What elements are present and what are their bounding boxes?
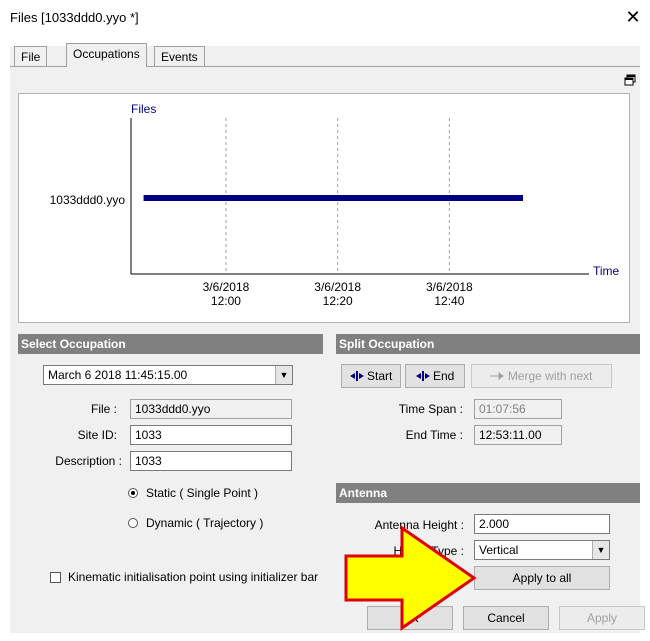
static-radio[interactable] — [128, 488, 138, 498]
end-time-field: 12:53:11.00 — [474, 425, 562, 445]
tab-events[interactable]: Events — [154, 46, 205, 67]
time-span-label: Time Span : — [398, 402, 463, 416]
chevron-down-icon[interactable]: ▼ — [592, 541, 609, 559]
merge-with-next-label: Merge with next — [507, 369, 593, 383]
merge-icon — [490, 372, 505, 380]
split-occupation-header: Split Occupation — [336, 334, 640, 354]
occupation-timeline-chart[interactable]: Files Time 1033ddd0.yyo 3/6/2018 12:00 3/6… — [18, 93, 630, 323]
kinematic-checkbox-label: Kinematic initialisation point using ini… — [68, 570, 319, 584]
description-label: Description : — [55, 454, 122, 468]
split-start-label: Start — [367, 369, 393, 383]
x-tick-date-label: 3/6/2018 — [426, 280, 473, 294]
x-tick-time-label: 12:40 — [434, 294, 464, 308]
split-end-icon — [415, 371, 430, 381]
select-occupation-header: Select Occupation — [18, 334, 323, 354]
antenna-height-field[interactable]: 2.000 — [474, 514, 610, 534]
occupation-select[interactable]: March 6 2018 11:45:15.00 ▼ — [43, 365, 293, 385]
time-span-field: 01:07:56 — [474, 399, 562, 419]
apply-to-all-button[interactable]: Apply to all — [474, 566, 610, 590]
x-tick-labels: 3/6/201812:003/6/201812:203/6/201812:40 — [203, 280, 473, 308]
x-tick-time-label: 12:20 — [323, 294, 353, 308]
split-start-icon — [349, 371, 364, 381]
description-field[interactable]: 1033 — [130, 451, 292, 471]
antenna-header: Antenna — [336, 483, 640, 503]
x-tick-time-label: 12:00 — [211, 294, 241, 308]
dynamic-radio-label: Dynamic ( Trajectory ) — [146, 516, 264, 530]
height-type-select[interactable]: Vertical ▼ — [474, 540, 610, 560]
yellow-arrow-annotation — [344, 525, 477, 631]
split-end-label: End — [432, 369, 455, 383]
kinematic-checkbox[interactable] — [50, 572, 61, 583]
x-tick-date-label: 3/6/2018 — [314, 280, 361, 294]
split-end-button[interactable]: End — [405, 364, 465, 388]
close-icon[interactable]: ✕ — [622, 6, 644, 28]
timeline-svg: Files Time 1033ddd0.yyo 3/6/201812:003/6… — [50, 102, 620, 308]
apply-button[interactable]: Apply — [559, 606, 645, 630]
y-axis-label: Files — [131, 102, 156, 116]
occupation-bar — [143, 195, 523, 201]
split-start-button[interactable]: Start — [341, 364, 401, 388]
end-time-label: End Time : — [405, 428, 463, 442]
site-id-field[interactable]: 1033 — [130, 425, 292, 445]
occupation-select-value: March 6 2018 11:45:15.00 — [48, 368, 188, 382]
tab-occupations[interactable]: Occupations — [66, 43, 147, 67]
x-axis-label: Time — [593, 264, 620, 278]
height-type-value: Vertical — [479, 543, 519, 557]
site-id-label: Site ID: — [77, 428, 117, 442]
chevron-down-icon[interactable]: ▼ — [275, 366, 292, 384]
merge-with-next-button[interactable]: Merge with next — [471, 364, 612, 388]
static-radio-label: Static ( Single Point ) — [146, 486, 259, 500]
row-label: 1033ddd0.yyo — [50, 193, 126, 207]
tab-file[interactable]: File — [14, 46, 48, 67]
file-label: File : — [90, 402, 117, 416]
restore-window-icon[interactable] — [623, 74, 637, 88]
window-title: Files [1033ddd0.yyo *] — [10, 10, 139, 25]
x-tick-date-label: 3/6/2018 — [203, 280, 250, 294]
dynamic-radio[interactable] — [128, 518, 138, 528]
file-field: 1033ddd0.yyo — [130, 399, 292, 419]
